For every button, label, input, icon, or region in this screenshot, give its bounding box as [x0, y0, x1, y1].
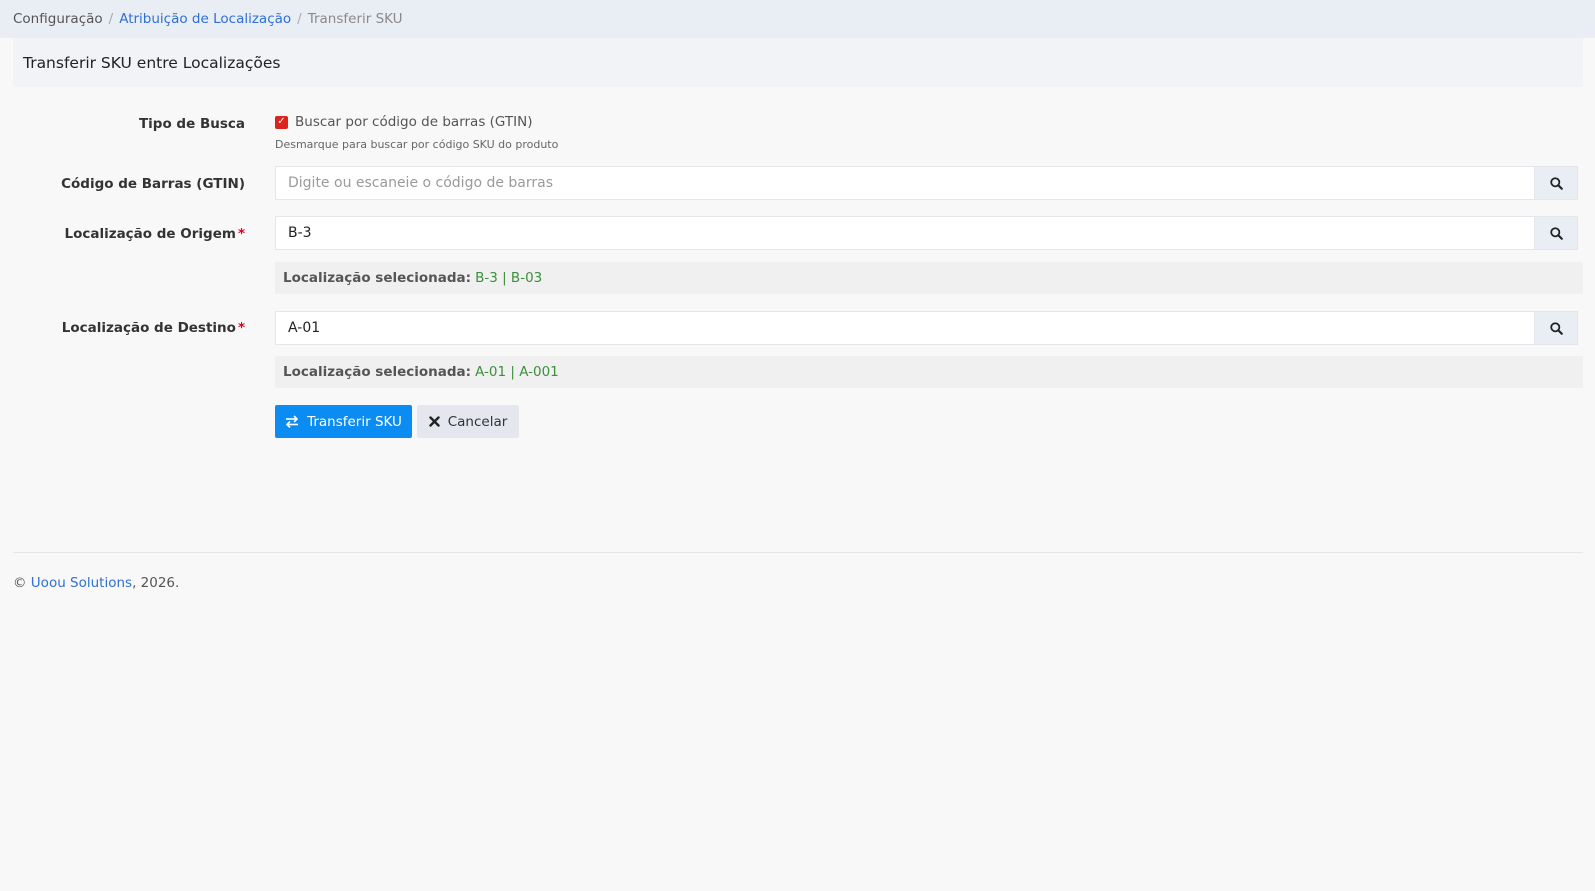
transfer-sku-button[interactable]: Transferir SKU	[275, 405, 412, 438]
origin-selected-info: Localização selecionada: B-3 | B-03	[275, 262, 1583, 294]
origin-search-button[interactable]	[1535, 216, 1578, 250]
search-type-hint: Desmarque para buscar por código SKU do …	[275, 138, 559, 151]
page-title: Transferir SKU entre Localizações	[23, 53, 281, 72]
copyright-symbol: ©	[13, 575, 27, 591]
breadcrumb-item-atribuicao[interactable]: Atribuição de Localização	[119, 11, 291, 27]
destination-search-button[interactable]	[1535, 311, 1578, 345]
footer: © Uoou Solutions, 2026.	[13, 575, 1595, 591]
breadcrumb-separator: /	[297, 11, 302, 27]
close-icon	[429, 416, 440, 427]
destination-selected-value: A-01 | A-001	[475, 364, 559, 380]
transfer-form: Tipo de Busca ✓ Buscar por código de bar…	[13, 87, 1583, 552]
destination-selected-info: Localização selecionada: A-01 | A-001	[275, 356, 1583, 388]
barcode-search-checkbox[interactable]: ✓	[275, 115, 288, 129]
origin-label-text: Localização de Origem	[64, 226, 236, 242]
origin-label: Localização de Origem *	[64, 226, 245, 242]
breadcrumb-separator: /	[108, 11, 114, 27]
checkbox-label[interactable]: Buscar por código de barras (GTIN)	[295, 114, 533, 130]
required-mark: *	[237, 320, 245, 336]
breadcrumb-item-current: Transferir SKU	[307, 11, 403, 27]
search-icon	[1549, 226, 1563, 240]
cancel-button-label: Cancelar	[447, 413, 508, 430]
breadcrumb-item-configuracao[interactable]: Configuração	[13, 11, 103, 27]
footer-year: , 2026.	[132, 575, 180, 591]
destination-label: Localização de Destino *	[62, 320, 245, 336]
barcode-search-button[interactable]	[1535, 166, 1578, 200]
search-icon	[1549, 176, 1563, 190]
breadcrumb: Configuração / Atribuição de Localização…	[0, 0, 1595, 38]
barcode-search-toggle[interactable]: ✓ Buscar por código de barras (GTIN)	[275, 114, 533, 130]
company-link[interactable]: Uoou Solutions	[31, 575, 132, 591]
footer-divider	[13, 552, 1583, 553]
barcode-input[interactable]	[275, 166, 1535, 200]
destination-location-input[interactable]	[275, 311, 1535, 345]
barcode-label: Código de Barras (GTIN)	[61, 176, 245, 192]
barcode-input-group	[275, 166, 1578, 200]
origin-input-group	[275, 216, 1578, 250]
origin-selected-label: Localização selecionada:	[283, 270, 472, 286]
exchange-icon	[285, 415, 299, 428]
panel-header: Transferir SKU entre Localizações	[13, 38, 1583, 87]
search-type-label: Tipo de Busca	[138, 116, 245, 132]
destination-selected-label: Localização selecionada:	[283, 364, 472, 380]
cancel-button[interactable]: Cancelar	[417, 405, 519, 438]
required-mark: *	[237, 226, 245, 242]
transfer-button-label: Transferir SKU	[307, 413, 402, 430]
origin-selected-value: B-3 | B-03	[475, 270, 543, 286]
search-icon	[1549, 321, 1563, 335]
destination-label-text: Localização de Destino	[61, 320, 236, 336]
origin-location-input[interactable]	[275, 216, 1535, 250]
destination-input-group	[275, 311, 1578, 345]
